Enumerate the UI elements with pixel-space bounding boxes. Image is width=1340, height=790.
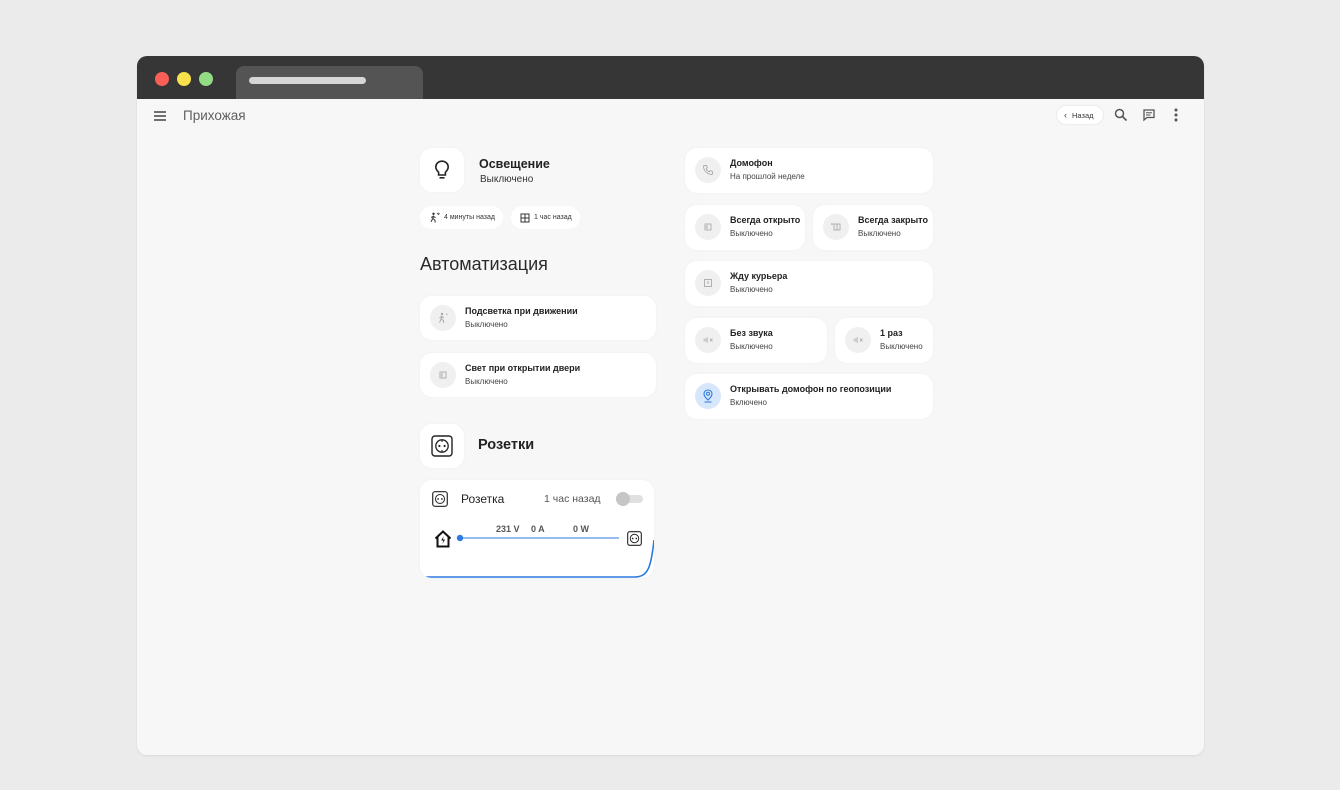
lighting-tile[interactable] [420, 148, 464, 192]
once-status: Выключено [880, 342, 923, 351]
automation-item-status: Выключено [465, 320, 508, 329]
intercom-status: На прошлой неделе [730, 172, 805, 181]
courier-status: Выключено [730, 285, 773, 294]
package-icon [695, 270, 721, 296]
automation-item-title: Свет при открытии двери [465, 363, 581, 373]
mute-status: Выключено [730, 342, 773, 351]
browser-window: Прихожая ‹ Назад Освещение Выключено 4 м… [137, 56, 1204, 755]
chevron-left-icon: ‹ [1064, 110, 1067, 120]
lightbulb-icon [434, 160, 450, 179]
always-open-title: Всегда открыто [730, 215, 801, 225]
mute-card[interactable]: Без звука Выключено [685, 318, 827, 363]
courier-title: Жду курьера [730, 271, 788, 281]
socket-toggle[interactable] [616, 492, 643, 506]
always-open-card[interactable]: Всегда открыто Выключено [685, 205, 805, 250]
browser-tab[interactable] [236, 66, 423, 99]
courier-card[interactable]: Жду курьера Выключено [685, 261, 933, 306]
sockets-tile[interactable] [420, 424, 464, 468]
socket-time: 1 час назад [544, 493, 601, 505]
window-chip-label: 1 час назад [534, 214, 572, 221]
intercom-title: Домофон [730, 158, 773, 168]
always-closed-card[interactable]: Всегда закрыто Выключено [813, 205, 933, 250]
tab-title-placeholder [249, 77, 366, 84]
door-open-icon [695, 214, 721, 240]
once-title: 1 раз [880, 328, 903, 338]
back-button-label: Назад [1072, 110, 1094, 120]
search-icon[interactable] [1113, 107, 1129, 123]
phone-icon [695, 157, 721, 183]
minimize-window-button[interactable] [177, 72, 191, 86]
menu-icon[interactable] [154, 111, 166, 121]
more-vertical-icon[interactable] [1168, 107, 1184, 123]
volume-icon [845, 327, 871, 353]
window-sensor-chip[interactable]: 1 час назад [511, 206, 580, 229]
socket-voltage: 231 V [496, 524, 520, 534]
always-closed-status: Выключено [858, 229, 901, 238]
title-bar [137, 56, 1204, 99]
back-button[interactable]: ‹ Назад [1057, 106, 1103, 124]
power-chart-line [420, 540, 654, 578]
close-window-button[interactable] [155, 72, 169, 86]
automation-item-door[interactable]: Свет при открытии двери Выключено [420, 353, 656, 397]
lighting-title: Освещение [479, 157, 550, 171]
automation-item-motion[interactable]: Подсветка при движении Выключено [420, 296, 656, 340]
maximize-window-button[interactable] [199, 72, 213, 86]
socket-icon [432, 491, 448, 507]
app-bar: Прихожая ‹ Назад [137, 99, 1204, 133]
mute-icon [695, 327, 721, 353]
chat-icon[interactable] [1141, 107, 1157, 123]
always-closed-title: Всегда закрыто [858, 215, 928, 225]
location-icon [695, 383, 721, 409]
automation-section-title: Автоматизация [420, 254, 548, 274]
intercom-card[interactable]: Домофон На прошлой неделе [685, 148, 933, 193]
walk-icon [430, 305, 456, 331]
geo-status: Включено [730, 398, 767, 407]
door-closed-icon [823, 214, 849, 240]
sockets-section-title: Розетки [478, 437, 535, 453]
socket-current: 0 A [531, 524, 545, 534]
socket-card[interactable]: Розетка 1 час назад 231 V 0 A 0 W [420, 480, 654, 578]
motion-chip-label: 4 минуты назад [444, 214, 495, 221]
motion-sensor-chip[interactable]: 4 минуты назад [420, 206, 503, 229]
page-title: Прихожая [183, 108, 246, 123]
lighting-status: Выключено [480, 174, 534, 185]
door-icon [430, 362, 456, 388]
automation-item-status: Выключено [465, 377, 508, 386]
socket-name: Розетка [461, 492, 505, 506]
geo-card[interactable]: Открывать домофон по геопозиции Включено [685, 374, 933, 419]
mute-title: Без звука [730, 328, 773, 338]
socket-power: 0 W [573, 524, 590, 534]
once-card[interactable]: 1 раз Выключено [835, 318, 933, 363]
motion-icon [430, 212, 440, 223]
always-open-status: Выключено [730, 229, 773, 238]
geo-title: Открывать домофон по геопозиции [730, 384, 892, 394]
window-icon [520, 213, 530, 222]
socket-icon [431, 435, 453, 457]
automation-item-title: Подсветка при движении [465, 306, 578, 316]
